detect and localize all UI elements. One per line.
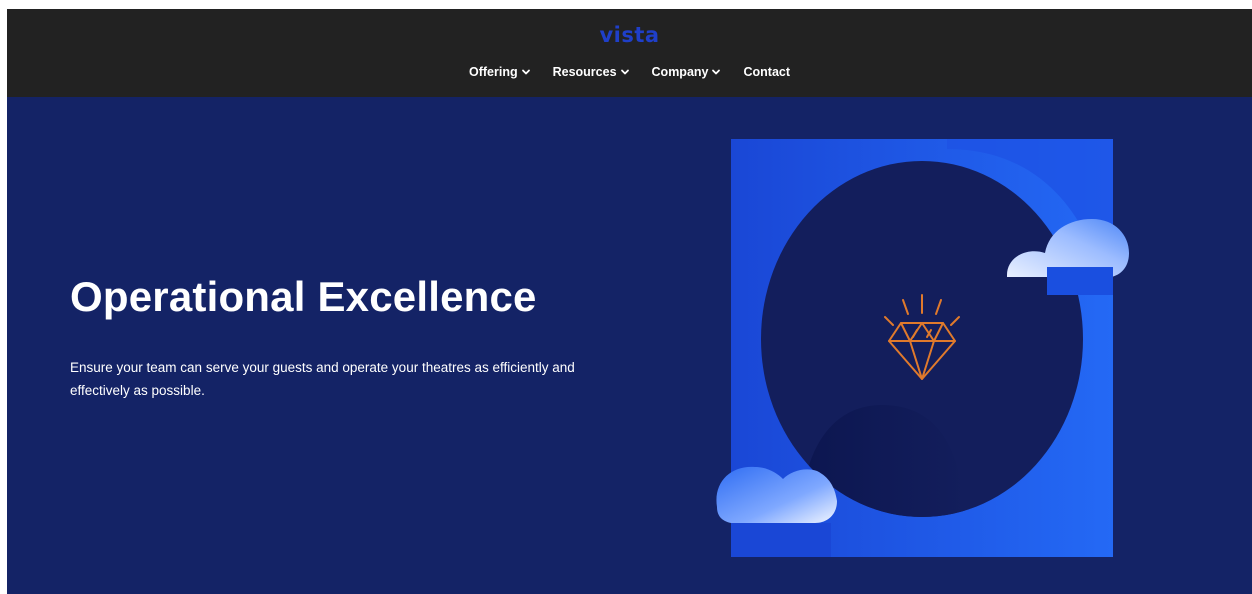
main-nav: Offering Resources Company Contact <box>7 65 1252 79</box>
cloud-left-base <box>731 523 831 557</box>
cloud-right-base <box>1047 267 1113 295</box>
nav-item-resources[interactable]: Resources <box>553 65 630 79</box>
vista-logo[interactable]: vista <box>7 23 1252 47</box>
nav-item-label: Contact <box>743 65 791 79</box>
chevron-down-icon <box>521 69 530 75</box>
chevron-down-icon <box>712 69 721 75</box>
nav-item-label: Resources <box>552 65 617 79</box>
hero-title: Operational Excellence <box>70 273 537 320</box>
nav-item-label: Offering <box>468 65 518 79</box>
hero-illustration <box>716 139 1129 557</box>
page: vista Offering Resources Company Contact… <box>7 9 1252 594</box>
nav-item-offering[interactable]: Offering <box>469 65 531 79</box>
nav-item-company[interactable]: Company <box>652 65 722 79</box>
hero-description: Ensure your team can serve your guests a… <box>70 360 575 398</box>
nav-item-label: Company <box>651 65 709 79</box>
chevron-down-icon <box>620 69 629 75</box>
nav-item-contact[interactable]: Contact <box>743 65 790 79</box>
hero-section: Operational Excellence Ensure your team … <box>7 97 1252 594</box>
cloud-left <box>716 466 837 523</box>
site-header: vista Offering Resources Company Contact <box>7 9 1252 97</box>
